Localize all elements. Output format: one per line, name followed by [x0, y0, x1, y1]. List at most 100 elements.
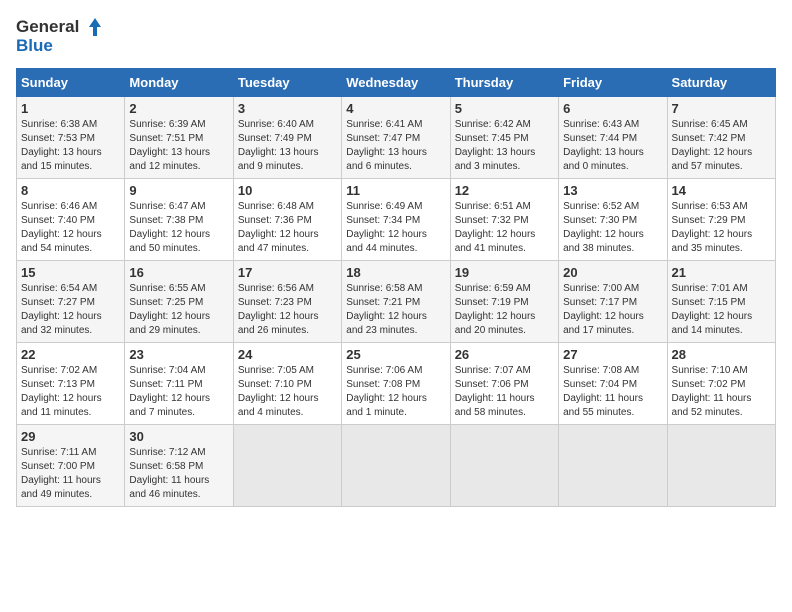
day-info: Sunrise: 7:08 AM Sunset: 7:04 PM Dayligh… [563, 364, 662, 420]
day-info: Sunrise: 7:05 AM Sunset: 7:10 PM Dayligh… [238, 364, 337, 420]
day-info: Sunrise: 6:46 AM Sunset: 7:40 PM Dayligh… [21, 200, 120, 256]
calendar-cell: 1Sunrise: 6:38 AM Sunset: 7:53 PM Daylig… [17, 97, 125, 179]
day-info: Sunrise: 7:02 AM Sunset: 7:13 PM Dayligh… [21, 364, 120, 420]
logo-text-general: General [16, 17, 79, 37]
calendar-cell: 15 Sunrise: 6:54 AM Sunset: 7:27 PM Dayli… [17, 261, 125, 343]
day-number: 23 [129, 347, 228, 362]
calendar-cell [450, 425, 558, 507]
calendar-cell: 21 Sunrise: 7:01 AM Sunset: 7:15 PM Dayli… [667, 261, 775, 343]
logo: General Blue [16, 16, 103, 56]
day-info: Sunrise: 6:52 AM Sunset: 7:30 PM Dayligh… [563, 200, 662, 256]
day-number: 6 [563, 101, 662, 116]
calendar-body: 1Sunrise: 6:38 AM Sunset: 7:53 PM Daylig… [17, 97, 776, 507]
logo-bird-icon [81, 16, 103, 38]
day-info: Sunrise: 6:59 AM Sunset: 7:19 PM Dayligh… [455, 282, 554, 338]
day-number: 18 [346, 265, 445, 280]
day-number: 10 [238, 183, 337, 198]
calendar-header-row: SundayMondayTuesdayWednesdayThursdayFrid… [17, 69, 776, 97]
day-info: Sunrise: 6:43 AM Sunset: 7:44 PM Dayligh… [563, 118, 662, 174]
calendar-cell: 22 Sunrise: 7:02 AM Sunset: 7:13 PM Dayli… [17, 343, 125, 425]
day-header: Sunday [17, 69, 125, 97]
day-header: Thursday [450, 69, 558, 97]
calendar-cell: 9Sunrise: 6:47 AM Sunset: 7:38 PM Daylig… [125, 179, 233, 261]
day-info: Sunrise: 6:49 AM Sunset: 7:34 PM Dayligh… [346, 200, 445, 256]
calendar-cell: 26 Sunrise: 7:07 AM Sunset: 7:06 PM Dayli… [450, 343, 558, 425]
day-number: 14 [672, 183, 771, 198]
day-number: 11 [346, 183, 445, 198]
day-info: Sunrise: 6:47 AM Sunset: 7:38 PM Dayligh… [129, 200, 228, 256]
calendar-cell: 30Sunrise: 7:12 AM Sunset: 6:58 PM Dayli… [125, 425, 233, 507]
day-number: 27 [563, 347, 662, 362]
day-header: Saturday [667, 69, 775, 97]
calendar-cell [233, 425, 341, 507]
day-info: Sunrise: 6:54 AM Sunset: 7:27 PM Dayligh… [21, 282, 120, 338]
day-number: 28 [672, 347, 771, 362]
day-number: 7 [672, 101, 771, 116]
day-number: 29 [21, 429, 120, 444]
day-number: 4 [346, 101, 445, 116]
calendar-cell: 4 Sunrise: 6:41 AM Sunset: 7:47 PM Daylig… [342, 97, 450, 179]
day-number: 12 [455, 183, 554, 198]
calendar-cell: 20Sunrise: 7:00 AM Sunset: 7:17 PM Dayli… [559, 261, 667, 343]
day-number: 2 [129, 101, 228, 116]
calendar-cell [667, 425, 775, 507]
calendar-cell: 28 Sunrise: 7:10 AM Sunset: 7:02 PM Dayli… [667, 343, 775, 425]
calendar-cell: 19 Sunrise: 6:59 AM Sunset: 7:19 PM Dayli… [450, 261, 558, 343]
day-info: Sunrise: 6:41 AM Sunset: 7:47 PM Dayligh… [346, 118, 445, 174]
calendar-week-row: 15 Sunrise: 6:54 AM Sunset: 7:27 PM Dayli… [17, 261, 776, 343]
day-number: 25 [346, 347, 445, 362]
day-header: Tuesday [233, 69, 341, 97]
day-info: Sunrise: 7:07 AM Sunset: 7:06 PM Dayligh… [455, 364, 554, 420]
calendar-week-row: 8 Sunrise: 6:46 AM Sunset: 7:40 PM Daylig… [17, 179, 776, 261]
calendar-cell: 17 Sunrise: 6:56 AM Sunset: 7:23 PM Dayli… [233, 261, 341, 343]
day-number: 17 [238, 265, 337, 280]
day-info: Sunrise: 7:10 AM Sunset: 7:02 PM Dayligh… [672, 364, 771, 420]
day-info: Sunrise: 7:06 AM Sunset: 7:08 PM Dayligh… [346, 364, 445, 420]
day-info: Sunrise: 6:42 AM Sunset: 7:45 PM Dayligh… [455, 118, 554, 174]
day-info: Sunrise: 6:48 AM Sunset: 7:36 PM Dayligh… [238, 200, 337, 256]
day-info: Sunrise: 7:11 AM Sunset: 7:00 PM Dayligh… [21, 446, 120, 502]
day-info: Sunrise: 7:01 AM Sunset: 7:15 PM Dayligh… [672, 282, 771, 338]
day-info: Sunrise: 6:39 AM Sunset: 7:51 PM Dayligh… [129, 118, 228, 174]
day-info: Sunrise: 7:12 AM Sunset: 6:58 PM Dayligh… [129, 446, 228, 502]
calendar-cell: 25 Sunrise: 7:06 AM Sunset: 7:08 PM Dayli… [342, 343, 450, 425]
day-number: 13 [563, 183, 662, 198]
day-number: 5 [455, 101, 554, 116]
day-header: Friday [559, 69, 667, 97]
calendar-cell: 3 Sunrise: 6:40 AM Sunset: 7:49 PM Daylig… [233, 97, 341, 179]
calendar-cell: 27 Sunrise: 7:08 AM Sunset: 7:04 PM Dayli… [559, 343, 667, 425]
day-info: Sunrise: 6:45 AM Sunset: 7:42 PM Dayligh… [672, 118, 771, 174]
calendar-week-row: 22 Sunrise: 7:02 AM Sunset: 7:13 PM Dayli… [17, 343, 776, 425]
calendar-cell: 29 Sunrise: 7:11 AM Sunset: 7:00 PM Dayli… [17, 425, 125, 507]
calendar-cell: 8 Sunrise: 6:46 AM Sunset: 7:40 PM Daylig… [17, 179, 125, 261]
day-number: 15 [21, 265, 120, 280]
day-header: Wednesday [342, 69, 450, 97]
calendar-cell: 13 Sunrise: 6:52 AM Sunset: 7:30 PM Dayli… [559, 179, 667, 261]
calendar-cell: 6 Sunrise: 6:43 AM Sunset: 7:44 PM Daylig… [559, 97, 667, 179]
calendar-week-row: 1Sunrise: 6:38 AM Sunset: 7:53 PM Daylig… [17, 97, 776, 179]
calendar-cell: 23Sunrise: 7:04 AM Sunset: 7:11 PM Dayli… [125, 343, 233, 425]
calendar-cell: 10 Sunrise: 6:48 AM Sunset: 7:36 PM Dayli… [233, 179, 341, 261]
calendar-table: SundayMondayTuesdayWednesdayThursdayFrid… [16, 68, 776, 507]
day-info: Sunrise: 6:53 AM Sunset: 7:29 PM Dayligh… [672, 200, 771, 256]
day-header: Monday [125, 69, 233, 97]
day-number: 19 [455, 265, 554, 280]
day-info: Sunrise: 6:55 AM Sunset: 7:25 PM Dayligh… [129, 282, 228, 338]
calendar-week-row: 29 Sunrise: 7:11 AM Sunset: 7:00 PM Dayli… [17, 425, 776, 507]
calendar-cell: 2 Sunrise: 6:39 AM Sunset: 7:51 PM Daylig… [125, 97, 233, 179]
calendar-cell [342, 425, 450, 507]
logo-container: General Blue [16, 16, 103, 56]
day-info: Sunrise: 6:40 AM Sunset: 7:49 PM Dayligh… [238, 118, 337, 174]
day-number: 3 [238, 101, 337, 116]
day-info: Sunrise: 6:51 AM Sunset: 7:32 PM Dayligh… [455, 200, 554, 256]
day-number: 1 [21, 101, 120, 116]
day-number: 26 [455, 347, 554, 362]
day-number: 16 [129, 265, 228, 280]
day-number: 21 [672, 265, 771, 280]
calendar-cell: 16 Sunrise: 6:55 AM Sunset: 7:25 PM Dayli… [125, 261, 233, 343]
calendar-cell: 5 Sunrise: 6:42 AM Sunset: 7:45 PM Daylig… [450, 97, 558, 179]
day-number: 22 [21, 347, 120, 362]
day-info: Sunrise: 6:56 AM Sunset: 7:23 PM Dayligh… [238, 282, 337, 338]
calendar-cell: 24Sunrise: 7:05 AM Sunset: 7:10 PM Dayli… [233, 343, 341, 425]
day-number: 8 [21, 183, 120, 198]
